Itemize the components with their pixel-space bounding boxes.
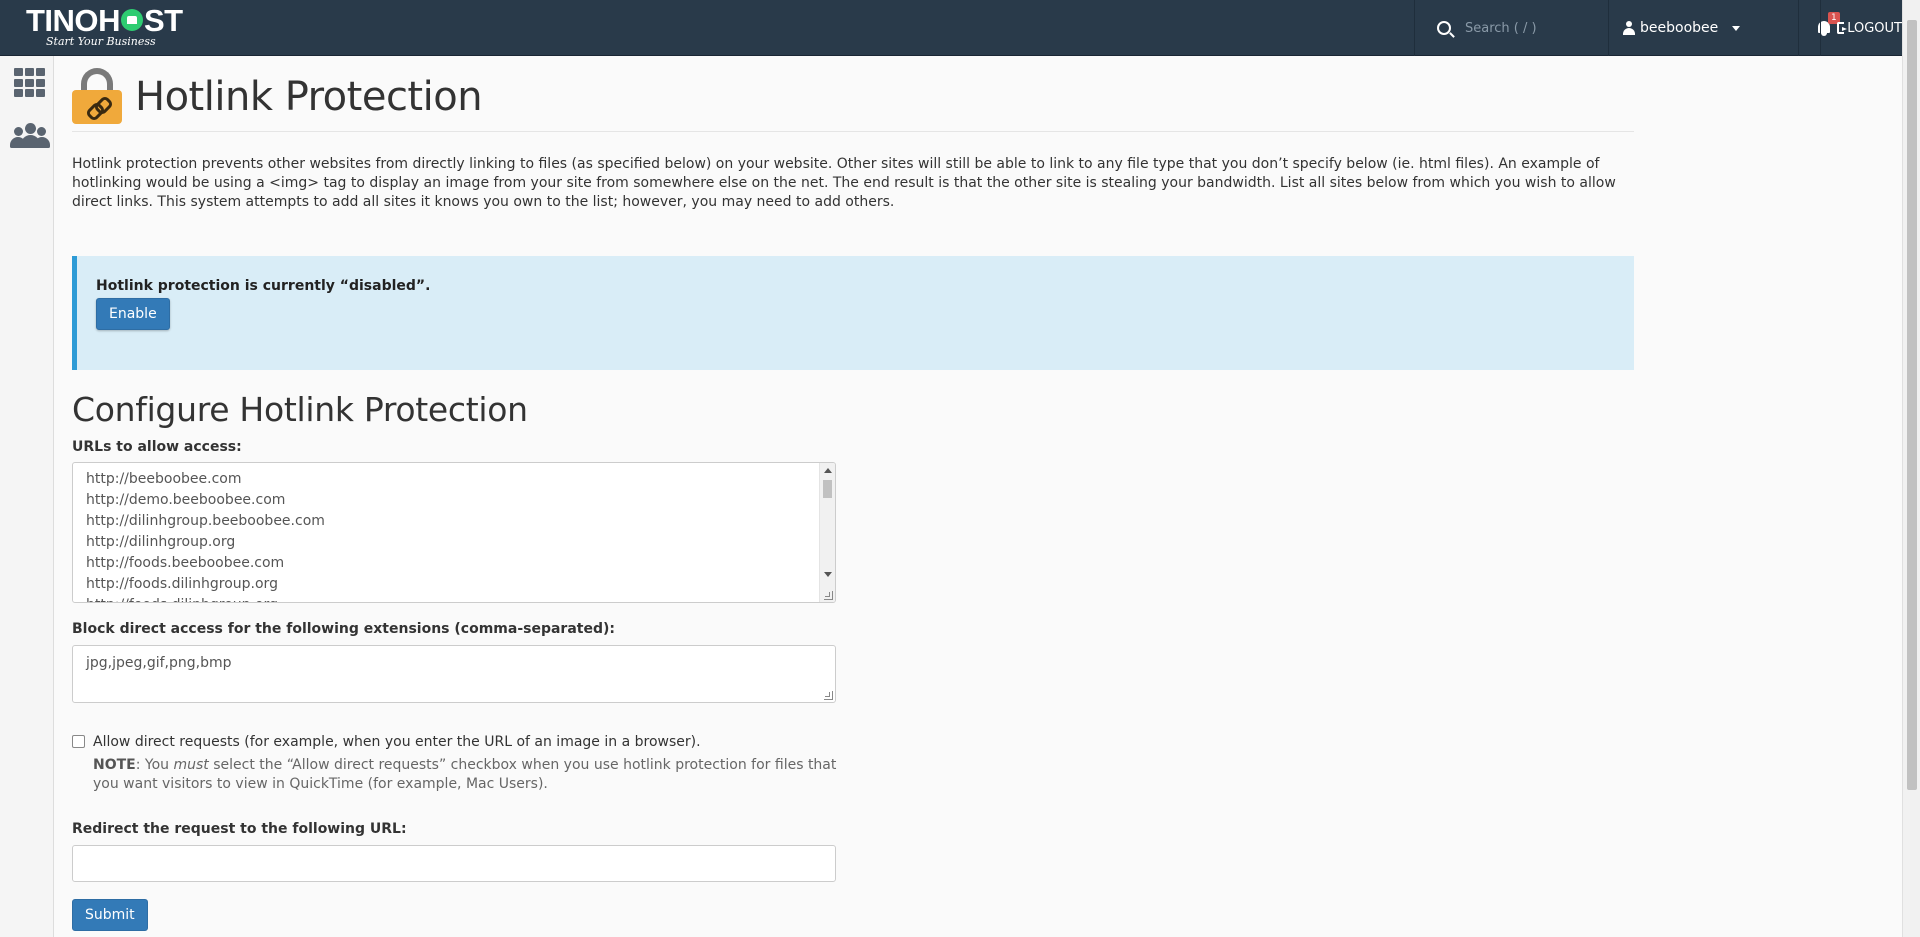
url-item: http://demo.beeboobee.com	[86, 492, 286, 508]
status-alert: Hotlink protection is currently “disable…	[72, 256, 1634, 370]
logout-icon	[1837, 22, 1848, 34]
section-title: Configure Hotlink Protection	[72, 390, 528, 429]
top-navbar: TINOHST Start Your Business beeboobee 1 …	[0, 0, 1902, 56]
extensions-textarea[interactable]: jpg,jpeg,gif,png,bmp	[72, 645, 836, 703]
enable-button[interactable]: Enable	[96, 298, 170, 330]
scroll-down-arrow-icon[interactable]	[824, 572, 832, 577]
extensions-label: Block direct access for the following ex…	[72, 621, 615, 637]
username: beeboobee	[1640, 20, 1719, 36]
logout-button[interactable]: LOGOUT	[1820, 0, 1902, 56]
scroll-up-arrow-icon[interactable]	[824, 468, 832, 473]
urls-scrollbar-thumb[interactable]	[823, 480, 832, 498]
logo-wordmark: TINO H ST	[26, 3, 183, 38]
hotlink-lock-icon	[72, 68, 122, 124]
urls-scrollbar[interactable]	[819, 463, 835, 602]
logo-house-icon	[120, 9, 143, 31]
url-item: http://beeboobee.com	[86, 471, 242, 487]
submit-button[interactable]: Submit	[72, 899, 148, 931]
users-icon[interactable]	[10, 122, 50, 150]
search-input[interactable]	[1465, 20, 1605, 36]
url-list: http://beeboobee.com http://demo.beeboob…	[73, 463, 835, 602]
page-title: Hotlink Protection	[135, 74, 483, 120]
allow-direct-label[interactable]: Allow direct requests (for example, when…	[93, 732, 701, 752]
page-scrollbar[interactable]	[1902, 0, 1920, 937]
redirect-label: Redirect the request to the following UR…	[72, 821, 407, 837]
url-item: http://dilinhgroup.beeboobee.com	[86, 513, 325, 529]
redirect-url-input[interactable]	[72, 845, 836, 882]
page-header: Hotlink Protection	[72, 56, 1634, 132]
url-item: http://foods.dilinhgroup.org	[86, 595, 835, 602]
url-item: http://foods.beeboobee.com	[86, 555, 285, 571]
allow-direct-checkbox[interactable]	[72, 735, 85, 748]
sidebar	[0, 56, 54, 937]
page-scrollbar-thumb[interactable]	[1907, 20, 1917, 790]
user-icon	[1623, 21, 1635, 35]
allow-direct-row: Allow direct requests (for example, when…	[72, 732, 1634, 752]
resize-handle-icon[interactable]	[824, 591, 833, 600]
main-content: Hotlink Protection Hotlink protection pr…	[72, 56, 1634, 931]
urls-textarea[interactable]: http://beeboobee.com http://demo.beeboob…	[72, 462, 836, 603]
status-text: Hotlink protection is currently “disable…	[96, 278, 431, 294]
url-item: http://foods.dilinhgroup.org	[86, 576, 278, 592]
extensions-value: jpg,jpeg,gif,png,bmp	[86, 655, 232, 671]
url-item: http://dilinhgroup.org	[86, 534, 236, 550]
page-description: Hotlink protection prevents other websit…	[72, 156, 1616, 210]
grid-icon[interactable]	[14, 68, 46, 98]
search-box[interactable]	[1414, 0, 1608, 56]
search-icon	[1437, 21, 1451, 35]
tinohost-logo[interactable]: TINO H ST Start Your Business	[26, 4, 186, 52]
quicktime-note: NOTE: You must select the “Allow direct …	[93, 757, 837, 792]
logout-label: LOGOUT	[1847, 20, 1902, 36]
resize-handle-icon[interactable]	[824, 691, 833, 700]
caret-down-icon	[1732, 25, 1741, 31]
urls-label: URLs to allow access:	[72, 439, 242, 455]
user-menu[interactable]: beeboobee	[1608, 0, 1798, 56]
